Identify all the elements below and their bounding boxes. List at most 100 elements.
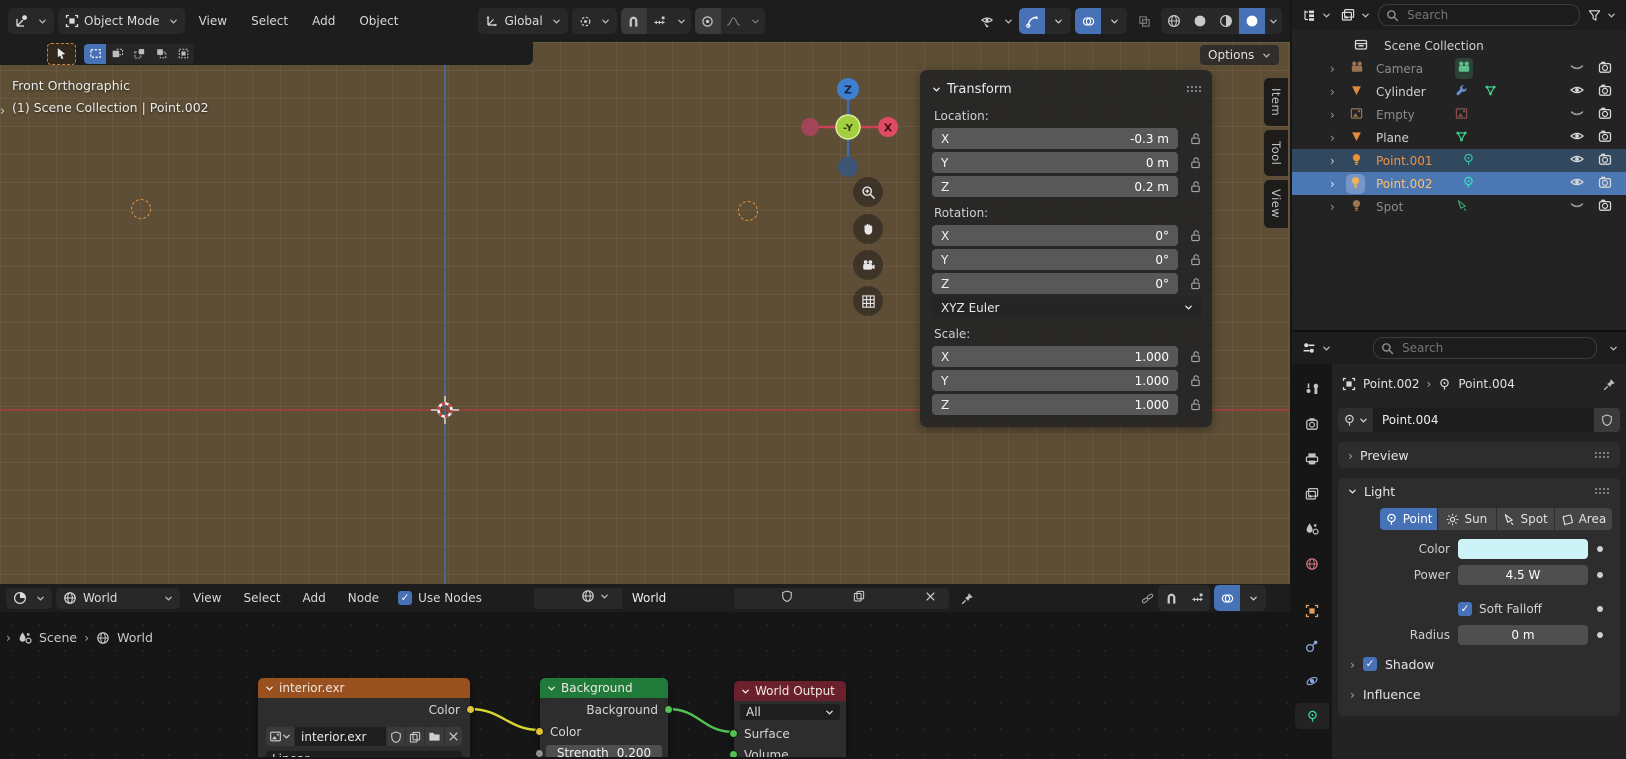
node-overlays-toggle[interactable] xyxy=(1214,585,1240,611)
node-link-icon[interactable] xyxy=(1141,592,1154,605)
node-canvas[interactable]: › Scene › World interior.exr Color inter… xyxy=(0,612,1290,757)
render-visibility-toggle[interactable] xyxy=(1598,129,1612,146)
gizmos-toggle[interactable] xyxy=(1019,8,1045,34)
strength-field[interactable]: Strength 0.200 xyxy=(546,745,662,758)
scale-z-field[interactable]: Z1.000 xyxy=(932,394,1178,415)
tab-view-layer[interactable] xyxy=(1295,481,1329,507)
hide-toggle[interactable] xyxy=(1570,60,1584,77)
expand-arrow[interactable]: › xyxy=(1330,108,1335,122)
outliner-row-plane[interactable]: › Plane xyxy=(1292,126,1626,149)
point-light-marker[interactable] xyxy=(131,199,151,219)
shadow-subpanel-header[interactable]: › ✓ Shadow xyxy=(1338,652,1620,676)
pin-icon[interactable] xyxy=(961,592,974,605)
outliner-search[interactable] xyxy=(1378,4,1580,26)
tab-render[interactable] xyxy=(1295,411,1329,437)
power-field[interactable]: 4.5 W xyxy=(1458,565,1588,585)
node-world-output[interactable]: World Output All Surface Volume xyxy=(734,681,846,757)
transform-panel-header[interactable]: Transform xyxy=(932,78,1202,100)
background-output-socket[interactable] xyxy=(664,705,673,714)
snap-settings[interactable] xyxy=(647,8,673,34)
preview-panel-header[interactable]: › Preview xyxy=(1338,442,1620,468)
hide-toggle[interactable] xyxy=(1570,106,1584,123)
toolbar-expand-arrow[interactable]: › xyxy=(0,104,5,119)
pin-icon[interactable] xyxy=(1603,378,1616,391)
tab-tool[interactable] xyxy=(1295,376,1329,402)
animate-dot[interactable] xyxy=(1597,632,1603,638)
output-target-dropdown[interactable]: All xyxy=(740,704,840,720)
image-browse-dropdown[interactable] xyxy=(266,727,294,746)
editor-type-button[interactable] xyxy=(8,8,54,34)
light-type-sun[interactable]: Sun xyxy=(1438,508,1495,530)
outliner-row-empty[interactable]: › Empty xyxy=(1292,103,1626,126)
select-mode-extend[interactable] xyxy=(106,44,128,64)
select-mode-intersect[interactable] xyxy=(172,44,194,64)
render-visibility-toggle[interactable] xyxy=(1598,152,1612,169)
scale-y-field[interactable]: Y1.000 xyxy=(932,370,1178,391)
outliner-row-cylinder[interactable]: › Cylinder xyxy=(1292,80,1626,103)
mode-dropdown[interactable]: Object Mode xyxy=(58,8,185,34)
point-light-marker[interactable] xyxy=(738,201,758,221)
hide-toggle[interactable] xyxy=(1570,198,1584,215)
node-background[interactable]: Background Background Color Strength 0.2… xyxy=(540,678,668,757)
image-name-field[interactable]: interior.exr xyxy=(295,727,386,746)
properties-search[interactable] xyxy=(1373,337,1597,359)
render-visibility-toggle[interactable] xyxy=(1598,175,1612,192)
light-type-point[interactable]: Point xyxy=(1380,508,1437,530)
render-visibility-toggle[interactable] xyxy=(1598,83,1612,100)
hide-toggle[interactable] xyxy=(1570,152,1584,169)
shader-type-dropdown[interactable]: World xyxy=(56,588,180,609)
xray-toggle[interactable] xyxy=(1131,8,1157,34)
tab-object[interactable] xyxy=(1295,598,1329,624)
lock-icon[interactable] xyxy=(1178,374,1202,387)
menu-add[interactable]: Add xyxy=(294,588,335,609)
lock-icon[interactable] xyxy=(1178,132,1202,145)
menu-view[interactable]: View xyxy=(189,8,237,34)
world-browse-dropdown[interactable] xyxy=(576,588,614,607)
snap-toggle[interactable] xyxy=(621,8,647,34)
lock-icon[interactable] xyxy=(1178,398,1202,411)
shading-wireframe-button[interactable] xyxy=(1161,8,1187,34)
unlink-button[interactable] xyxy=(445,727,462,746)
lock-icon[interactable] xyxy=(1178,253,1202,266)
animate-dot[interactable] xyxy=(1597,572,1603,578)
perspective-toggle-button[interactable] xyxy=(853,286,883,316)
3d-viewport[interactable]: Options Front Orthographic (1) Scene Col… xyxy=(0,42,1290,584)
hide-toggle[interactable] xyxy=(1570,175,1584,192)
menu-node[interactable]: Node xyxy=(339,588,388,609)
strength-input-socket[interactable] xyxy=(535,749,544,757)
select-mode-subtract[interactable] xyxy=(128,44,150,64)
light-name-field[interactable]: Point.004 xyxy=(1373,408,1593,432)
outliner-row-point-001[interactable]: › Point.001 xyxy=(1292,149,1626,172)
expand-arrow[interactable]: › xyxy=(1330,177,1335,191)
influence-subpanel-header[interactable]: › Influence xyxy=(1338,682,1620,706)
color-input-socket[interactable] xyxy=(535,727,544,736)
light-type-spot[interactable]: Spot xyxy=(1497,508,1554,530)
render-visibility-toggle[interactable] xyxy=(1598,198,1612,215)
light-browse-dropdown[interactable] xyxy=(1338,408,1373,432)
tab-scene[interactable] xyxy=(1295,516,1329,542)
shading-solid-button[interactable] xyxy=(1187,8,1213,34)
menu-add[interactable]: Add xyxy=(302,8,345,34)
radius-field[interactable]: 0 m xyxy=(1458,625,1588,645)
open-image-button[interactable] xyxy=(425,727,444,746)
lock-icon[interactable] xyxy=(1178,277,1202,290)
proportional-editing-toggle[interactable] xyxy=(695,8,721,34)
properties-display-mode[interactable] xyxy=(1300,335,1333,361)
node-environment-texture[interactable]: interior.exr Color interior.exr Linear xyxy=(258,678,470,757)
sidebar-tab-tool[interactable]: Tool xyxy=(1264,130,1288,176)
tab-object-data[interactable] xyxy=(1295,703,1329,729)
editor-type-button[interactable] xyxy=(6,588,52,609)
outliner-filter-id[interactable] xyxy=(1339,2,1372,28)
overlays-toggle[interactable] xyxy=(1075,8,1101,34)
render-visibility-toggle[interactable] xyxy=(1598,60,1612,77)
pan-button[interactable] xyxy=(853,214,883,244)
gizmos-dropdown[interactable] xyxy=(1045,8,1071,34)
shading-rendered-button[interactable] xyxy=(1239,8,1265,34)
menu-object[interactable]: Object xyxy=(349,8,408,34)
rotation-x-field[interactable]: X0° xyxy=(932,225,1178,246)
location-z-field[interactable]: Z0.2 m xyxy=(932,176,1178,197)
hide-toggle[interactable] xyxy=(1570,129,1584,146)
panel-grip-icon[interactable] xyxy=(1594,487,1610,495)
new-copy-button[interactable] xyxy=(848,588,870,607)
node-header[interactable]: World Output xyxy=(734,681,846,701)
